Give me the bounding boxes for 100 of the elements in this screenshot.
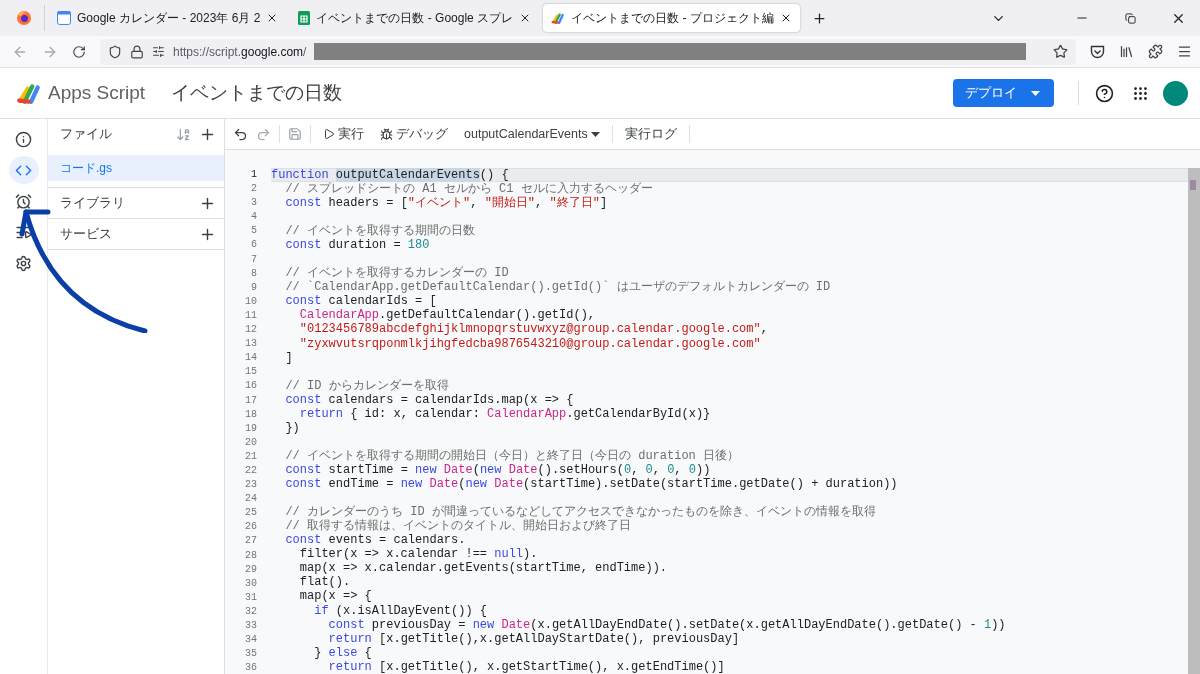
bookmark-star-icon[interactable]: [1053, 44, 1068, 59]
line-number: 14: [245, 351, 257, 366]
sort-icon[interactable]: [176, 126, 191, 142]
library-icon[interactable]: [1119, 44, 1134, 59]
help-icon[interactable]: [1095, 83, 1114, 103]
settings-icon: [15, 254, 32, 272]
line-number: 10: [245, 294, 257, 309]
line-number: 6: [251, 238, 257, 253]
line-number: 33: [245, 619, 257, 633]
caret-icon: [590, 131, 600, 137]
tab-title: イベントまでの日数 - プロジェクト編: [571, 9, 774, 27]
run-button[interactable]: 実行: [319, 123, 368, 145]
tab-title: Google カレンダー - 2023年 6月 2: [77, 9, 261, 27]
line-number: 12: [245, 323, 257, 338]
line-number: 26: [245, 520, 257, 535]
line-number: 13: [245, 337, 257, 352]
tab-title: イベントまでの日数 - Google スプレ: [316, 9, 514, 27]
calendar-icon: [57, 11, 71, 25]
line-number: 15: [245, 365, 257, 380]
browser-tab[interactable]: イベントまでの日数 - プロジェクト編: [543, 4, 800, 32]
line-number: 29: [245, 562, 257, 577]
menu-icon[interactable]: [1177, 44, 1192, 59]
code-line: "zyxwvutsrqponmlkjihgfedcba9876543210@group.calendar.google.com": [298, 336, 762, 351]
code-line: const calendarIds = [: [284, 294, 438, 309]
line-number: 22: [245, 463, 257, 478]
pocket-icon[interactable]: [1090, 44, 1105, 59]
shield-icon[interactable]: [108, 44, 122, 59]
line-number: 24: [245, 492, 257, 507]
line-number: 18: [245, 407, 257, 422]
new-tab-icon[interactable]: [811, 10, 827, 26]
debug-button[interactable]: デバッグ: [376, 123, 452, 145]
code-line: return [x.getTitle(),x.getAllDayStartDate(), previousDay]: [327, 631, 741, 646]
line-number: 23: [245, 478, 257, 493]
scrollbar[interactable]: [1188, 168, 1200, 674]
code-line: // イベントを取得する期間の開始日（今日）と終了日（今日の duration 日後）: [284, 448, 741, 463]
line-number: 17: [245, 393, 257, 408]
bug-icon: [380, 127, 393, 141]
code-line: const endTime = new Date(new Date(startTime).setDate(startTime.getDate() + duration)): [284, 476, 899, 492]
url-text: https://script.google.com/: [173, 44, 307, 59]
code-line: if (x.isAllDayEvent()) {: [313, 603, 489, 618]
project-title[interactable]: イベントまでの日数: [171, 80, 953, 106]
code-line: const startTime = new Date(new Date().setHours(0, 0, 0, 0)): [284, 462, 712, 477]
line-number: 16: [245, 379, 257, 394]
line-number: 11: [245, 308, 257, 323]
code-line: // 取得する情報は、イベントのタイトル、開始日および終了日: [284, 518, 632, 534]
extensions-icon[interactable]: [1148, 44, 1163, 59]
permissions-icon[interactable]: [152, 45, 165, 58]
spreadsheet-icon: [298, 11, 311, 25]
files-heading: ファイル: [60, 125, 113, 143]
line-number: 19: [245, 421, 257, 436]
reload-icon[interactable]: [72, 44, 86, 59]
line-number: 36: [245, 661, 257, 674]
code-line: const events = calendars.: [284, 533, 467, 548]
code-line: return { id: x, calendar: CalendarApp.getCalendarById(x)}: [298, 406, 712, 421]
code-line: flat().: [298, 575, 352, 590]
line-number: 8: [251, 266, 257, 281]
line-number: 5: [251, 224, 257, 239]
code-line: const duration = 180: [284, 238, 431, 253]
line-number: 3: [251, 196, 257, 211]
code-line: // ID からカレンダーを取得: [284, 378, 450, 393]
line-number: 30: [245, 576, 257, 591]
save-icon[interactable]: [288, 127, 302, 141]
line-number: 35: [245, 647, 257, 662]
line-number: 4: [251, 210, 257, 225]
undo-icon[interactable]: [233, 126, 248, 142]
editor-button[interactable]: [8, 156, 39, 184]
alarm-clock-icon: [15, 192, 32, 210]
info-icon: [15, 130, 32, 148]
code-line: map(x => x.calendar.getEvents(startTime, endTime)).: [298, 561, 669, 576]
line-number: 21: [245, 449, 257, 464]
restore-icon[interactable]: [1124, 12, 1136, 24]
file-item[interactable]: コード.gs: [48, 155, 224, 181]
execution-log-button[interactable]: 実行ログ: [620, 123, 681, 145]
line-number: 2: [251, 182, 257, 197]
deploy-button[interactable]: デプロイ: [953, 79, 1054, 107]
line-number: 25: [245, 506, 257, 521]
code-line: } else {: [313, 645, 373, 660]
section-heading: ライブラリ: [60, 194, 126, 212]
line-number: 28: [245, 548, 257, 563]
line-number: 9: [251, 280, 257, 295]
lock-icon[interactable]: [130, 44, 144, 59]
function-select[interactable]: outputCalendarEvents: [460, 125, 604, 143]
line-number: 27: [245, 534, 257, 549]
line-number: 31: [245, 590, 257, 605]
line-number: 32: [245, 604, 257, 619]
code-line: // `CalendarApp.getDefaultCalendar().getId()` はユーザのデフォルトカレンダーの ID: [284, 280, 832, 295]
account-avatar[interactable]: [1163, 80, 1188, 106]
browser-tab[interactable]: イベントまでの日数 - Google スプレ: [290, 4, 540, 32]
line-number: 7: [251, 252, 257, 267]
browser-tab[interactable]: Google カレンダー - 2023年 6月 2: [49, 4, 287, 32]
code-line: filter(x => x.calendar !== null).: [298, 547, 539, 562]
code-line: }): [284, 420, 301, 435]
product-name: Apps Script: [48, 82, 146, 104]
code-line: const previousDay = new Date(x.getAllDayEndDate().setDate(x.getAllDayEndDate().getDate() - 1)): [327, 617, 1007, 632]
address-bar[interactable]: https://script.google.com/: [100, 38, 1076, 65]
code-line: map(x => {: [298, 589, 373, 604]
code-line: // イベントを取得するカレンダーの ID: [284, 266, 509, 281]
apps-grid-icon[interactable]: [1132, 84, 1149, 102]
caret-icon: [1031, 90, 1040, 96]
play-icon: [323, 128, 335, 140]
